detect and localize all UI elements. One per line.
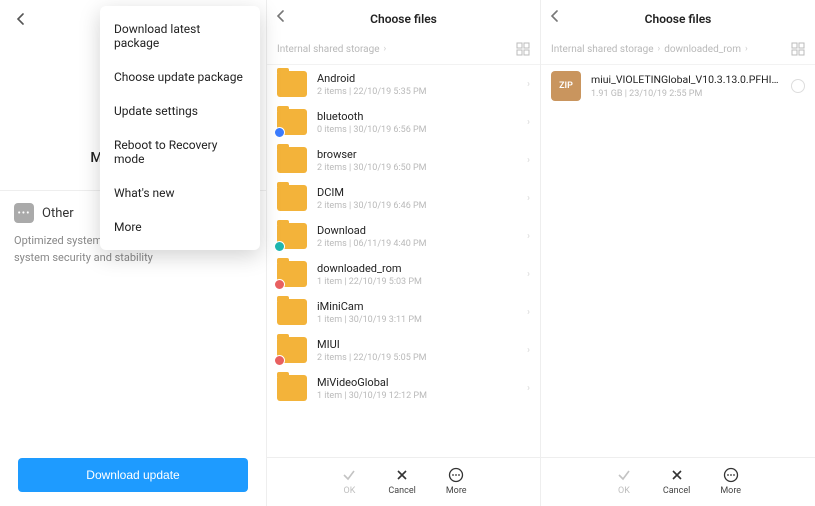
file-picker-root: Choose files Internal shared storage › A… [267,0,541,506]
chevron-right-icon: › [745,44,748,54]
folder-row[interactable]: MiVideoGlobal 1 item | 30/10/19 12:12 PM › [267,369,540,407]
file-subtext: 1.91 GB | 23/10/19 2:55 PM [591,89,781,99]
file-subtext: 0 items | 30/10/19 6:56 PM [317,125,517,135]
zip-icon: ZIP [551,71,581,101]
folder-row[interactable]: DCIM 2 items | 30/10/19 6:46 PM › [267,179,540,217]
breadcrumb[interactable]: Internal shared storage › [267,38,540,65]
file-name: browser [317,148,517,161]
download-update-button[interactable]: Download update [18,458,248,492]
file-subtext: 2 items | 22/10/19 5:05 PM [317,353,517,363]
file-name: iMiniCam [317,300,517,313]
file-name: Download [317,224,517,237]
folder-icon [277,375,307,401]
chevron-right-icon: › [527,307,530,318]
folder-icon [277,299,307,325]
folder-row[interactable]: Android 2 items | 22/10/19 5:35 PM › [267,65,540,103]
folder-row[interactable]: bluetooth 0 items | 30/10/19 6:56 PM › [267,103,540,141]
breadcrumb[interactable]: Internal shared storage › downloaded_rom… [541,38,815,65]
chevron-right-icon: › [527,383,530,394]
cancel-button[interactable]: Cancel [388,466,415,496]
panel-title: Choose files [370,12,437,26]
file-name: MiVideoGlobal [317,376,517,389]
file-list: ZIP miui_VIOLETINGlobal_V10.3.13.0.PFHIN… [541,65,815,457]
badge-icon [274,127,285,138]
folder-row[interactable]: Download 2 items | 06/11/19 4:40 PM › [267,217,540,255]
folder-row[interactable]: downloaded_rom 1 item | 22/10/19 5:03 PM › [267,255,540,293]
badge-icon [274,241,285,252]
bottom-toolbar: OK Cancel More [267,457,540,506]
other-label: Other [42,206,74,221]
grid-view-icon[interactable] [516,42,530,56]
folder-icon [277,337,307,363]
folder-icon [277,109,307,135]
folder-row[interactable]: MIUI 2 items | 22/10/19 5:05 PM › [267,331,540,369]
file-subtext: 2 items | 22/10/19 5:35 PM [317,87,517,97]
file-name: bluetooth [317,110,517,123]
file-subtext: 2 items | 06/11/19 4:40 PM [317,239,517,249]
folder-row[interactable]: iMiniCam 1 item | 30/10/19 3:11 PM › [267,293,540,331]
file-subtext: 1 item | 22/10/19 5:03 PM [317,277,517,287]
file-name: DCIM [317,186,517,199]
chevron-right-icon: › [658,44,661,54]
back-button[interactable] [12,10,30,28]
menu-download-latest[interactable]: Download latest package [100,12,260,60]
chevron-right-icon: › [527,155,530,166]
file-subtext: 1 item | 30/10/19 12:12 PM [317,391,517,401]
breadcrumb-item[interactable]: Internal shared storage [551,44,654,55]
chevron-right-icon: › [527,231,530,242]
back-button[interactable] [275,10,287,22]
file-subtext: 2 items | 30/10/19 6:50 PM [317,163,517,173]
cancel-button[interactable]: Cancel [663,466,690,496]
menu-more[interactable]: More [100,210,260,244]
folder-icon [277,147,307,173]
folder-icon [277,185,307,211]
back-button[interactable] [549,10,561,22]
file-list: Android2 items | 22/10/19 5:35 PM›blueto… [267,65,540,457]
check-icon [615,466,633,484]
check-icon [340,466,358,484]
chevron-right-icon: › [527,79,530,90]
folder-icon [277,223,307,249]
bottom-toolbar: OK Cancel More [541,457,815,506]
more-icon [447,466,465,484]
file-name: downloaded_rom [317,262,517,275]
menu-reboot-recovery[interactable]: Reboot to Recovery mode [100,128,260,176]
chevron-right-icon: › [527,269,530,280]
file-name: miui_VIOLETINGlobal_V10.3.13.0.PFHINXM_6… [591,73,781,86]
file-subtext: 2 items | 30/10/19 6:46 PM [317,201,517,211]
breadcrumb-item[interactable]: downloaded_rom [664,44,741,55]
more-button[interactable]: More [446,466,467,496]
close-icon [668,466,686,484]
grid-view-icon[interactable] [791,42,805,56]
ok-button: OK [340,466,358,496]
file-subtext: 1 item | 30/10/19 3:11 PM [317,315,517,325]
folder-row[interactable]: browser 2 items | 30/10/19 6:50 PM › [267,141,540,179]
menu-whats-new[interactable]: What's new [100,176,260,210]
panel-title: Choose files [645,12,712,26]
close-icon [393,466,411,484]
ok-button: OK [615,466,633,496]
update-panel: Download latest package Choose update pa… [0,0,267,506]
badge-icon [274,279,285,290]
chevron-right-icon: › [527,345,530,356]
breadcrumb-item[interactable]: Internal shared storage [277,44,380,55]
menu-update-settings[interactable]: Update settings [100,94,260,128]
file-name: MIUI [317,338,517,351]
more-icon [722,466,740,484]
select-radio[interactable] [791,79,805,93]
badge-icon [274,355,285,366]
file-name: Android [317,72,517,85]
chevron-right-icon: › [384,44,387,54]
chevron-right-icon: › [527,117,530,128]
file-picker-folder: Choose files Internal shared storage › d… [541,0,815,506]
context-menu: Download latest package Choose update pa… [100,6,260,250]
folder-icon [277,261,307,287]
folder-icon [277,71,307,97]
menu-choose-package[interactable]: Choose update package [100,60,260,94]
file-row-zip[interactable]: ZIP miui_VIOLETINGlobal_V10.3.13.0.PFHIN… [541,65,815,107]
chevron-right-icon: › [527,193,530,204]
more-button[interactable]: More [720,466,741,496]
dots-icon: ••• [14,203,34,223]
